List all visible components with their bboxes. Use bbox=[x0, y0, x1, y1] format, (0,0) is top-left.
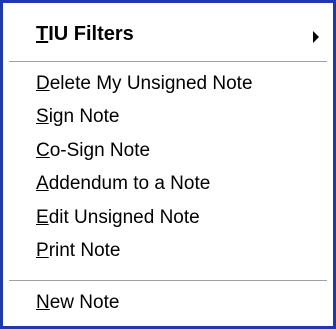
menu-item-label: ign Note bbox=[48, 106, 120, 127]
menu-item-print-note[interactable]: Print Note bbox=[36, 240, 121, 262]
mnemonic-letter: C bbox=[36, 140, 50, 161]
menu-item-edit-unsigned-note[interactable]: Edit Unsigned Note bbox=[36, 207, 200, 229]
context-menu: TIU Filters Delete My Unsigned Note Sign… bbox=[0, 0, 336, 329]
menu-item-label: elete My Unsigned Note bbox=[49, 73, 253, 94]
menu-item-addendum-to-a-note[interactable]: Addendum to a Note bbox=[36, 173, 210, 195]
mnemonic-letter: D bbox=[36, 73, 50, 94]
menu-item-new-note[interactable]: New Note bbox=[36, 292, 119, 314]
mnemonic-letter: N bbox=[36, 292, 50, 313]
mnemonic-letter: S bbox=[36, 106, 49, 127]
menu-item-label: ddendum to a Note bbox=[48, 173, 211, 194]
menu-item-sign-note[interactable]: Sign Note bbox=[36, 106, 119, 128]
mnemonic-letter: E bbox=[36, 207, 49, 228]
menu-item-co-sign-note[interactable]: Co-Sign Note bbox=[36, 140, 150, 162]
menu-item-label: IU Filters bbox=[48, 23, 134, 45]
mnemonic-letter: A bbox=[36, 173, 49, 194]
menu-item-tiu-filters[interactable]: TIU Filters bbox=[36, 23, 134, 45]
submenu-arrow-icon bbox=[313, 31, 319, 43]
menu-item-label: dit Unsigned Note bbox=[48, 207, 200, 228]
menu-separator bbox=[9, 61, 327, 63]
menu-item-delete-my-unsigned-note[interactable]: Delete My Unsigned Note bbox=[36, 73, 253, 95]
menu-item-label: rint Note bbox=[48, 240, 121, 261]
menu-separator bbox=[9, 280, 327, 282]
mnemonic-letter: P bbox=[36, 240, 49, 261]
mnemonic-letter: T bbox=[36, 23, 49, 45]
menu-item-label: o-Sign Note bbox=[49, 140, 151, 161]
menu-item-label: ew Note bbox=[49, 292, 120, 313]
